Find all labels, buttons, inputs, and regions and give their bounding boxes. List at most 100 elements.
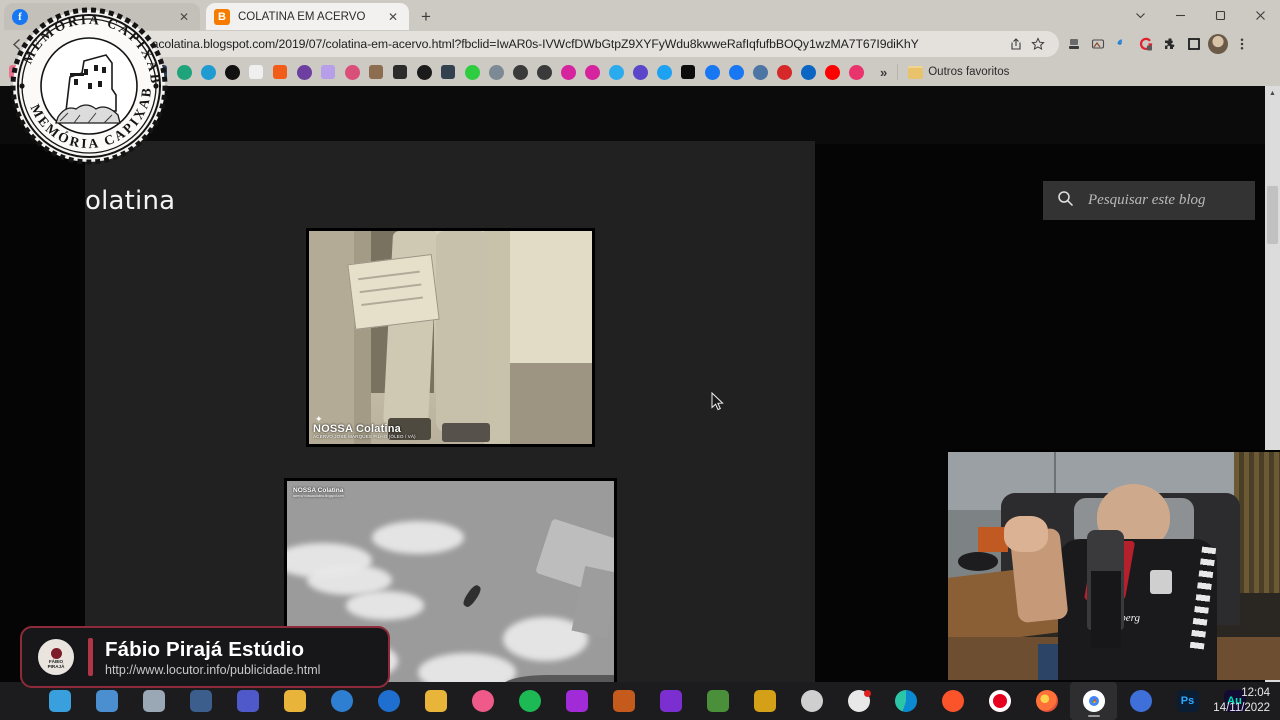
bookmark-facebook-2[interactable] — [724, 61, 748, 83]
bookmark-youtube[interactable] — [820, 61, 844, 83]
bookmarks-bar: » Outros favoritos — [0, 58, 1280, 86]
photo-content: ✦ NOSSA Colatina ACERVO JOSÉ MARQUES FIL… — [309, 231, 592, 444]
banner-title: Fábio Pirajá Estúdio — [105, 637, 305, 661]
other-bookmarks-label: Outros favoritos — [928, 66, 1010, 78]
close-icon[interactable]: ✕ — [176, 9, 192, 25]
photoshop-icon[interactable]: Ps — [1164, 682, 1211, 720]
banner-url: http://www.locutor.info/publicidade.html — [105, 662, 321, 677]
bookmark-news[interactable] — [436, 61, 460, 83]
bookmark-twitter[interactable] — [652, 61, 676, 83]
search-icon — [1057, 190, 1074, 212]
wave-editor-icon[interactable] — [741, 682, 788, 720]
bookmark-flame[interactable] — [340, 61, 364, 83]
bookmark-mic-dark[interactable] — [508, 61, 532, 83]
spotify-icon[interactable] — [506, 682, 553, 720]
bookmark-microphone[interactable] — [292, 61, 316, 83]
extensions-row — [1063, 31, 1253, 57]
browser-chrome: f ✕ B COLATINA EM ACERVO ✕ + nossacolati… — [0, 0, 1280, 86]
bookmarks-overflow-button[interactable]: » — [874, 65, 893, 80]
bookmark-facebook[interactable] — [700, 61, 724, 83]
scrollbar-thumb[interactable] — [1267, 186, 1278, 244]
new-tab-button[interactable]: + — [413, 4, 439, 29]
blog-header — [0, 86, 1265, 144]
bookmark-orange-alert[interactable] — [268, 61, 292, 83]
page-title: olatina — [85, 186, 176, 216]
tab-colatina-em-acervo[interactable]: B COLATINA EM ACERVO ✕ — [206, 3, 409, 30]
profile-avatar[interactable] — [1207, 33, 1229, 55]
sponsor-banner[interactable]: FÁBIO PIRAJÁ Fábio Pirajá Estúdio http:/… — [20, 626, 390, 688]
accent-bar — [88, 638, 93, 676]
search-input[interactable]: Pesquisar este blog — [1043, 181, 1255, 220]
clock-date: 14/11/2022 — [1213, 702, 1270, 714]
chevron-down-icon[interactable] — [1120, 0, 1160, 30]
opera-icon[interactable] — [976, 682, 1023, 720]
brave-icon[interactable] — [929, 682, 976, 720]
audio-app-icon[interactable] — [553, 682, 600, 720]
share-icon[interactable] — [1005, 33, 1027, 55]
jersey: Carlsberg — [1057, 538, 1217, 680]
bookmark-instagram[interactable] — [556, 61, 580, 83]
bookmark-vk[interactable] — [748, 61, 772, 83]
clock-time: 12:04 — [1241, 687, 1270, 700]
itunes-icon[interactable] — [459, 682, 506, 720]
divider — [897, 64, 899, 80]
edge-icon[interactable] — [882, 682, 929, 720]
bookmark-pink-swirl[interactable] — [844, 61, 868, 83]
chrome-icon[interactable] — [1070, 682, 1117, 720]
screenshot-icon[interactable] — [1087, 33, 1109, 55]
puzzle-extension-icon[interactable] — [1159, 33, 1181, 55]
square-extension-icon[interactable] — [1183, 33, 1205, 55]
disc-icon[interactable] — [788, 682, 835, 720]
bookmark-circle-green[interactable] — [172, 61, 196, 83]
blogger-icon: B — [214, 8, 230, 25]
bookmark-telegram-2[interactable] — [628, 61, 652, 83]
photo-watermark: NOSSA Colatina ACERVO JOSÉ MARQUES FILHO… — [313, 422, 416, 440]
bookmark-globe-black[interactable] — [220, 61, 244, 83]
photo-watermark: NOSSA Colatina acervo/ nossacolatina.blo… — [293, 487, 344, 498]
taskbar-clock[interactable]: 12:04 14/11/2022 — [1213, 682, 1270, 720]
bookmark-telegram[interactable] — [604, 61, 628, 83]
bookmark-red-person[interactable] — [772, 61, 796, 83]
scroll-up-icon[interactable]: ▲ — [1265, 86, 1280, 101]
minimize-icon[interactable] — [1160, 0, 1200, 30]
fabio-piraja-logo: FÁBIO PIRAJÁ — [36, 637, 76, 677]
close-icon[interactable] — [1240, 0, 1280, 30]
folder-icon — [908, 65, 924, 79]
bookmark-diamond[interactable] — [388, 61, 412, 83]
save-icon[interactable] — [1063, 33, 1085, 55]
audacity-icon[interactable] — [694, 682, 741, 720]
purple-app-icon[interactable] — [647, 682, 694, 720]
bookmark-circle-teal[interactable] — [196, 61, 220, 83]
maximize-icon[interactable] — [1200, 0, 1240, 30]
bookmark-window[interactable] — [364, 61, 388, 83]
v-app-icon[interactable] — [1117, 682, 1164, 720]
record-icon[interactable] — [835, 682, 882, 720]
vintage-sepia-photo[interactable]: ✦ NOSSA Colatina ACERVO JOSÉ MARQUES FIL… — [306, 228, 595, 447]
address-bar[interactable]: nossacolatina.blogspot.com/2019/07/colat… — [112, 31, 1059, 57]
other-bookmarks-folder[interactable]: Outros favoritos — [902, 65, 1015, 79]
folder-icon[interactable] — [412, 682, 459, 720]
screen-root: f ✕ B COLATINA EM ACERVO ✕ + nossacolati… — [0, 0, 1280, 720]
bookmark-cloud[interactable] — [316, 61, 340, 83]
bookmark-globe-grey[interactable] — [412, 61, 436, 83]
bookmark-star-icon[interactable] — [1027, 33, 1049, 55]
firefox-icon[interactable] — [1023, 682, 1070, 720]
mouse-cursor — [711, 391, 724, 416]
memoria-capixaba-seal: MEMÓRIA CAPIXABA MEMÓRIA CAPIXABA — [2, 0, 170, 167]
three-dot-menu-icon[interactable] — [1231, 33, 1253, 55]
red-c-extension-icon[interactable] — [1135, 33, 1157, 55]
webcam-overlay[interactable]: Carlsberg — [948, 450, 1280, 680]
fire-app-icon[interactable] — [600, 682, 647, 720]
bookmark-mic-dark-2[interactable] — [532, 61, 556, 83]
bookmark-linkedin[interactable] — [796, 61, 820, 83]
close-icon[interactable]: ✕ — [385, 9, 401, 25]
window-controls — [1120, 0, 1280, 30]
url-text: nossacolatina.blogspot.com/2019/07/colat… — [126, 37, 919, 51]
bookmark-instagram-2[interactable] — [580, 61, 604, 83]
bookmark-globe-outline[interactable] — [484, 61, 508, 83]
cast-audio-icon[interactable] — [1111, 33, 1133, 55]
bookmark-x-logo[interactable] — [244, 61, 268, 83]
bookmark-tiktok[interactable] — [676, 61, 700, 83]
bookmark-dot-green[interactable] — [460, 61, 484, 83]
tab-strip: f ✕ B COLATINA EM ACERVO ✕ + — [0, 0, 1280, 30]
